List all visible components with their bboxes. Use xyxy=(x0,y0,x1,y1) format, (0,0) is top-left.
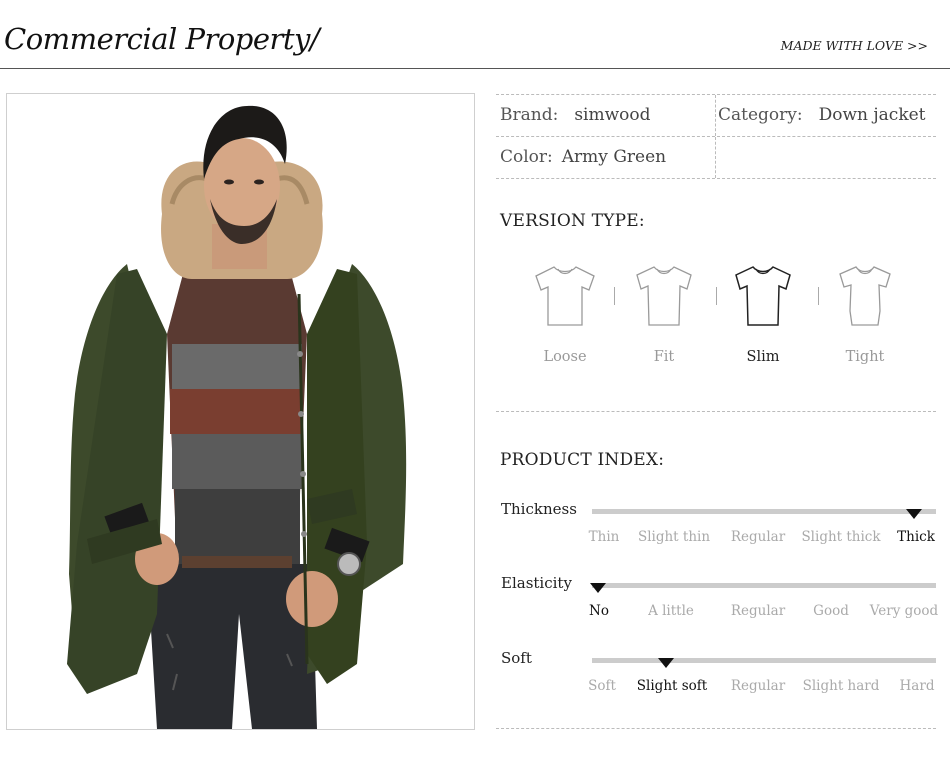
option-slight-thin: Slight thin xyxy=(637,529,711,545)
option-regular: Regular xyxy=(730,678,786,694)
info-row-color: Color: Army Green xyxy=(496,137,936,179)
info-row-brand-category: Brand: simwood Category: Down jacket xyxy=(496,94,936,137)
version-label-slim: Slim xyxy=(746,349,780,365)
version-option-fit[interactable]: Fit xyxy=(614,263,714,365)
header-bar: Commercial Property/ MADE WITH LOVE >> xyxy=(0,0,950,69)
version-type-title: VERSION TYPE: xyxy=(500,211,645,231)
made-with-love-link[interactable]: MADE WITH LOVE >> xyxy=(781,38,928,53)
category-label: Category: xyxy=(718,105,803,125)
index-marker-elasticity xyxy=(590,583,606,593)
index-options-elasticity: No A little Regular Good Very good xyxy=(586,603,942,621)
index-track-elasticity xyxy=(590,583,936,593)
option-good: Good xyxy=(813,603,849,619)
version-type-selector: Loose Fit Slim Tight xyxy=(515,263,925,383)
option-a-little: A little xyxy=(648,603,694,619)
option-slight-thick: Slight thick xyxy=(801,529,881,545)
version-option-slim[interactable]: Slim xyxy=(713,263,813,365)
option-regular: Regular xyxy=(730,603,786,619)
cell-divider xyxy=(715,95,716,136)
version-label-fit: Fit xyxy=(653,349,675,365)
option-slight-soft: Slight soft xyxy=(636,678,708,694)
index-marker-thickness xyxy=(906,509,922,519)
index-label-soft: Soft xyxy=(501,649,532,667)
category-cell: Category: Down jacket xyxy=(718,95,926,136)
option-soft: Soft xyxy=(588,678,616,694)
product-index-title: PRODUCT INDEX: xyxy=(500,450,665,470)
option-slight-hard: Slight hard xyxy=(802,678,880,694)
index-options-thickness: Thin Slight thin Regular Slight thick Th… xyxy=(586,529,942,547)
index-marker-soft xyxy=(658,658,674,668)
tshirt-tight-icon xyxy=(839,266,891,326)
option-no: No xyxy=(589,603,609,619)
color-label: Color: xyxy=(500,147,553,167)
category-value: Down jacket xyxy=(818,105,926,125)
tshirt-fit-icon xyxy=(636,266,692,326)
version-option-loose[interactable]: Loose xyxy=(515,263,615,365)
version-label-tight: Tight xyxy=(845,349,885,365)
version-option-tight[interactable]: Tight xyxy=(815,263,915,365)
index-label-elasticity: Elasticity xyxy=(501,574,572,592)
color-cell: Color: Army Green xyxy=(500,137,666,178)
section-divider xyxy=(496,728,936,729)
option-thick: Thick xyxy=(897,529,935,545)
option-very-good: Very good xyxy=(869,603,939,619)
option-regular: Regular xyxy=(730,529,786,545)
option-thin: Thin xyxy=(588,529,620,545)
index-label-thickness: Thickness xyxy=(501,500,577,518)
version-label-loose: Loose xyxy=(543,349,587,365)
index-track-thickness xyxy=(592,509,936,519)
brand-value: simwood xyxy=(574,105,651,125)
tshirt-loose-icon xyxy=(535,266,595,326)
option-hard: Hard xyxy=(899,678,935,694)
tshirt-slim-icon xyxy=(735,266,791,326)
brand-cell: Brand: simwood xyxy=(500,95,651,136)
cell-divider xyxy=(715,137,716,178)
index-options-soft: Soft Slight soft Regular Slight hard Har… xyxy=(586,678,942,696)
page-title: Commercial Property/ xyxy=(4,22,320,56)
color-value: Army Green xyxy=(561,147,667,167)
index-track-soft xyxy=(592,658,936,668)
section-divider xyxy=(496,411,936,412)
product-info-table: Brand: simwood Category: Down jacket Color… xyxy=(496,94,936,179)
brand-label: Brand: xyxy=(500,105,559,125)
model-illustration xyxy=(7,94,474,729)
product-photo xyxy=(6,93,475,730)
